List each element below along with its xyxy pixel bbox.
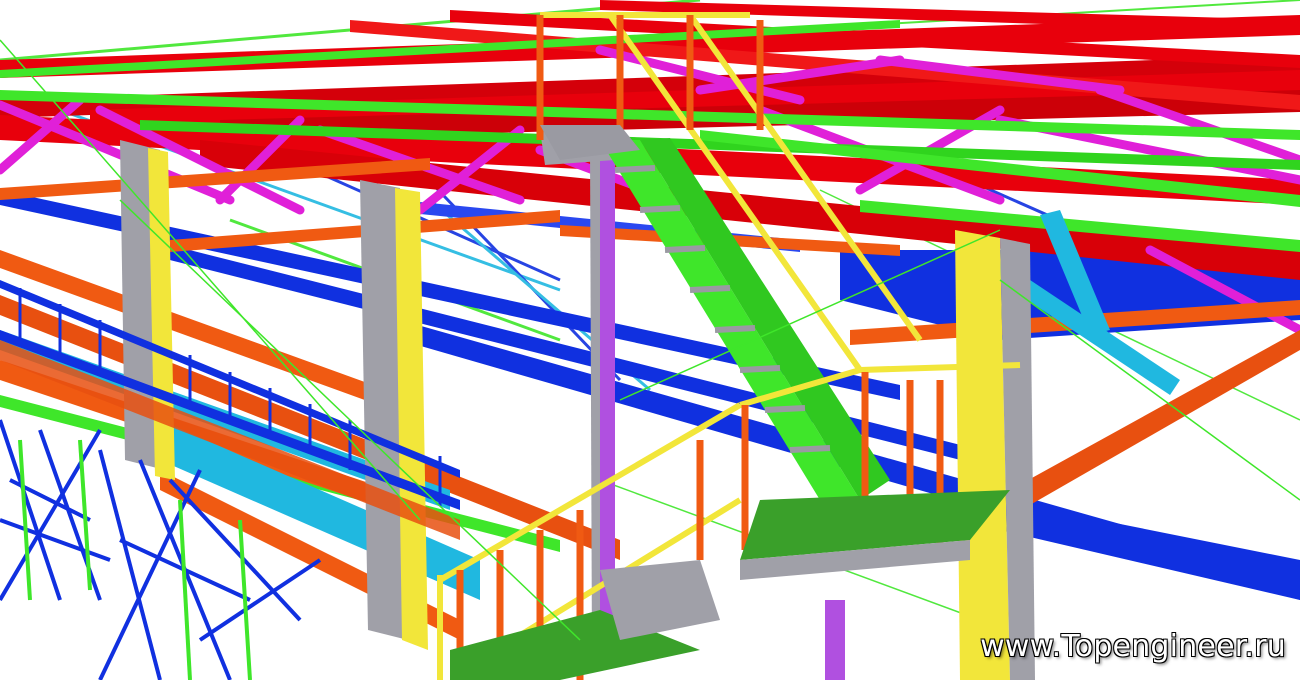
steel-structure-3d-model xyxy=(0,0,1300,680)
watermark-text: www.Topengineer.ru xyxy=(980,629,1286,664)
